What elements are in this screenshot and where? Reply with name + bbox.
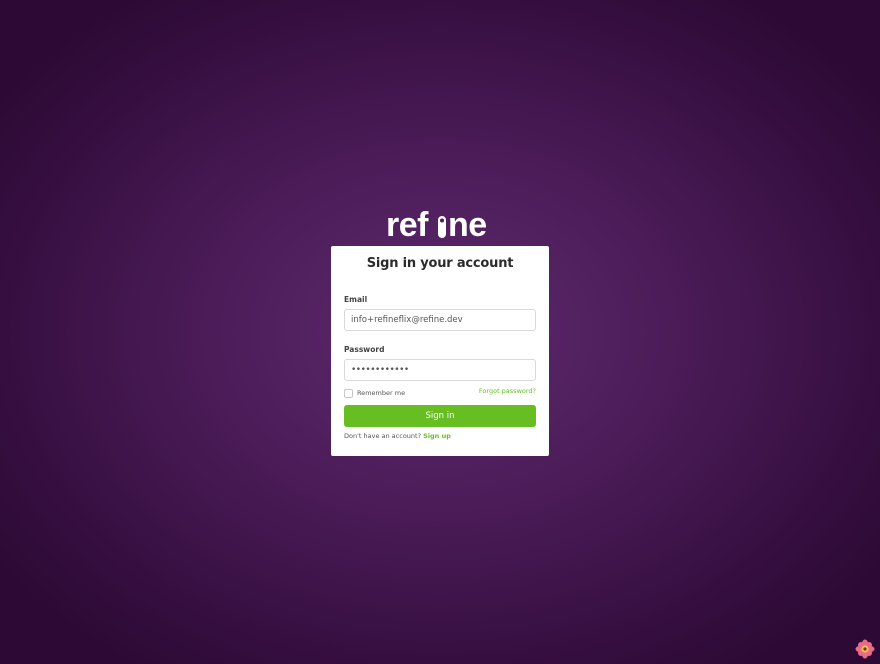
email-input[interactable] bbox=[344, 309, 536, 331]
devtools-flower-icon[interactable] bbox=[855, 639, 875, 659]
login-card: Sign in your account Email Password Reme… bbox=[331, 246, 549, 456]
refine-logo: ref ne bbox=[386, 206, 494, 240]
login-title: Sign in your account bbox=[366, 256, 514, 271]
sign-in-button[interactable]: Sign in bbox=[344, 405, 536, 427]
sign-up-link[interactable]: Sign up bbox=[423, 432, 451, 440]
remember-row: Remember me Forgot password? bbox=[344, 387, 536, 400]
signup-row: Don't have an account? Sign up bbox=[344, 432, 451, 440]
remember-checkbox[interactable] bbox=[344, 389, 353, 398]
svg-text:ne: ne bbox=[448, 206, 487, 240]
signup-prompt: Don't have an account? bbox=[344, 432, 422, 440]
forgot-password-link[interactable]: Forgot password? bbox=[479, 387, 536, 395]
email-label: Email bbox=[344, 295, 368, 304]
remember-label[interactable]: Remember me bbox=[357, 389, 405, 397]
svg-text:ref: ref bbox=[386, 206, 429, 240]
password-label: Password bbox=[344, 345, 385, 354]
password-input[interactable] bbox=[344, 359, 536, 381]
